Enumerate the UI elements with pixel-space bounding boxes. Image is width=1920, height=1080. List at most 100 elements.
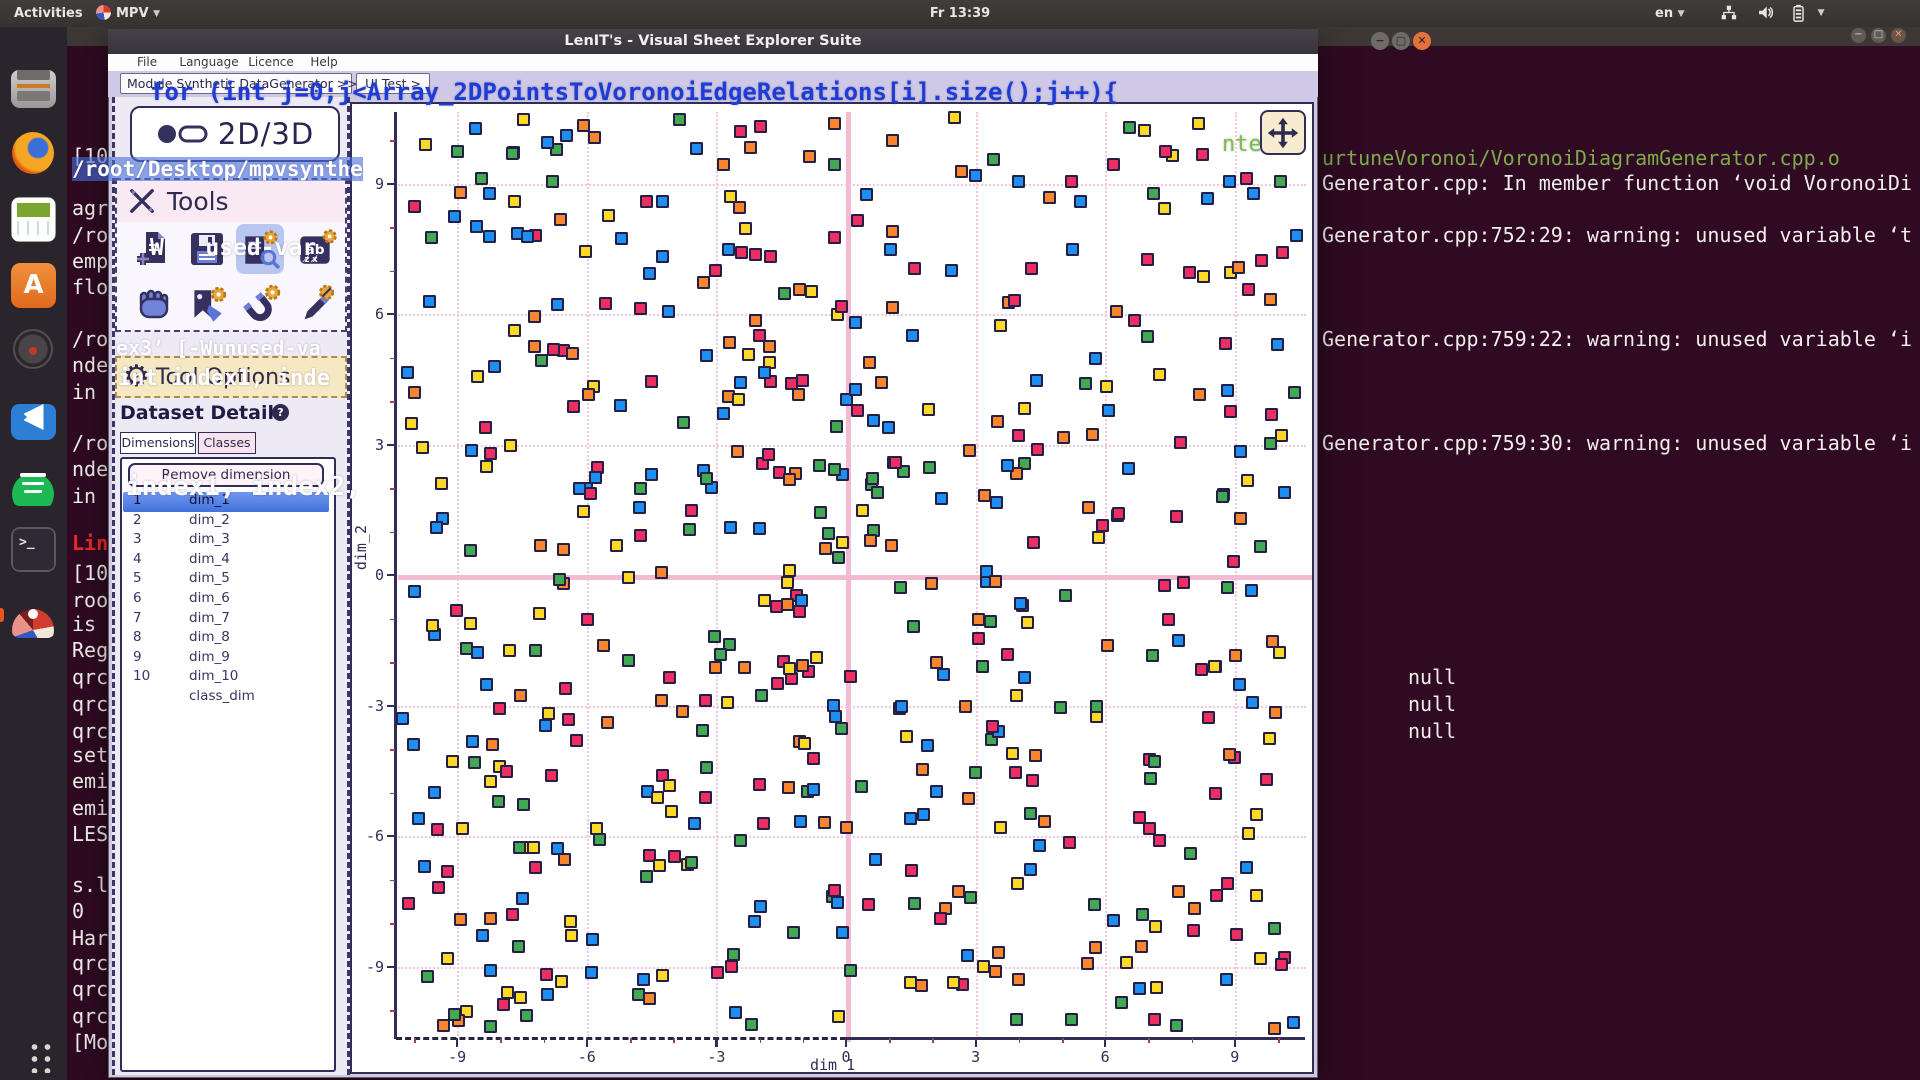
app-titlebar[interactable]: LenIT's - Visual Sheet Explorer Suite: [108, 29, 1318, 54]
tool-draw-pencil[interactable]: [292, 280, 340, 330]
data-point: [758, 594, 771, 607]
dimension-row-dim_3[interactable]: 3dim_3: [123, 531, 329, 551]
x-minor-tick: [760, 1038, 762, 1043]
x-major-tick: [586, 1038, 588, 1047]
data-point: [796, 374, 809, 387]
data-point: [529, 861, 542, 874]
dimension-row-dim_5[interactable]: 5dim_5: [123, 570, 329, 590]
data-point: [1290, 229, 1303, 242]
tool-magnet-snap[interactable]: [236, 280, 284, 330]
tool-bookmark-settings[interactable]: [183, 280, 231, 330]
data-point: [1269, 706, 1282, 719]
data-point: [1027, 536, 1040, 549]
keyboard-indicator[interactable]: en ▼: [1655, 4, 1685, 25]
x-minor-tick: [1148, 1038, 1150, 1043]
menu-item-file[interactable]: File: [137, 55, 157, 70]
dimension-row-dim_10[interactable]: 10dim_10: [123, 668, 329, 688]
data-point: [513, 841, 526, 854]
dimension-name: dim_9: [189, 649, 230, 665]
dock-item-mpv-player[interactable]: [11, 593, 56, 638]
caret-down-icon: ▼: [1678, 5, 1685, 24]
y-minor-tick: [390, 749, 395, 751]
data-point: [738, 661, 751, 674]
data-point: [849, 383, 862, 396]
terminal-minimize-button[interactable]: −: [1851, 28, 1866, 43]
dimension-row-dim_6[interactable]: 6dim_6: [123, 590, 329, 610]
x-minor-tick: [803, 1038, 805, 1043]
data-point: [1242, 827, 1255, 840]
dock-item-media-app[interactable]: [11, 327, 56, 372]
y-tick-label: 6: [352, 305, 384, 323]
dimension-row-dim_9[interactable]: 9dim_9: [123, 649, 329, 669]
data-point: [570, 734, 583, 747]
data-point: [831, 896, 844, 909]
x-major-tick: [1104, 1038, 1106, 1047]
clock[interactable]: Fr 13:39: [0, 4, 1920, 23]
data-point: [517, 798, 530, 811]
app-maximize-button[interactable]: ▢: [1392, 32, 1410, 50]
data-point: [454, 913, 467, 926]
data-point: [1136, 908, 1149, 921]
data-point: [1183, 266, 1196, 279]
app-minimize-button[interactable]: −: [1371, 32, 1389, 50]
focused-app-menu[interactable]: MPV ▼: [96, 4, 160, 25]
data-point: [503, 644, 516, 657]
data-point: [402, 897, 415, 910]
data-point: [637, 973, 650, 986]
dock-item-app-grid[interactable]: [11, 1039, 56, 1080]
data-point: [1110, 305, 1123, 318]
menu-item-licence[interactable]: Licence: [248, 55, 294, 70]
data-point: [1141, 253, 1154, 266]
data-point: [673, 113, 686, 126]
data-point: [685, 504, 698, 517]
data-point: [832, 1010, 845, 1023]
dock-item-libreoffice-calc[interactable]: [11, 197, 56, 242]
activities-button[interactable]: Activities: [14, 4, 83, 23]
x-minor-tick: [414, 1038, 416, 1043]
dock-item-ubuntu-software[interactable]: A: [11, 263, 56, 308]
dataset-details-title: Dataset Details: [120, 402, 285, 424]
data-point: [1008, 294, 1021, 307]
data-point: [601, 716, 614, 729]
dock-item-spotify[interactable]: [11, 461, 56, 506]
dock-item-firefox[interactable]: [11, 131, 56, 176]
terminal-maximize-button[interactable]: □: [1871, 28, 1886, 43]
dimension-row-class_dim[interactable]: class_dim: [123, 688, 329, 708]
tool-pan-hand[interactable]: [130, 280, 178, 330]
dimension-row-dim_8[interactable]: 8dim_8: [123, 629, 329, 649]
data-point: [1250, 808, 1263, 821]
dimension-row-dim_4[interactable]: 4dim_4: [123, 551, 329, 571]
data-point: [757, 817, 770, 830]
data-point: [978, 489, 991, 502]
x-minor-tick: [1062, 1038, 1064, 1043]
data-point: [554, 213, 567, 226]
tab-dimensions[interactable]: Dimensions: [120, 432, 196, 454]
data-point: [827, 699, 840, 712]
help-icon[interactable]: ?: [272, 404, 289, 421]
data-point: [749, 314, 762, 327]
x-axis-line-dashed-segment: [396, 1037, 846, 1040]
data-point: [1250, 889, 1263, 902]
2d-3d-toggle-button[interactable]: 2D/3D: [130, 106, 340, 162]
data-point: [640, 870, 653, 883]
menu-item-language[interactable]: Language: [179, 55, 238, 70]
terminal-close-button[interactable]: ✕: [1891, 28, 1906, 43]
data-point: [836, 926, 849, 939]
menu-item-help[interactable]: Help: [310, 55, 337, 70]
dock-item-vscode[interactable]: [11, 395, 56, 440]
tab-classes[interactable]: Classes: [198, 432, 256, 454]
dock-item-files[interactable]: [11, 63, 56, 108]
data-point: [486, 738, 499, 751]
data-point: [1082, 501, 1095, 514]
dimension-row-dim_7[interactable]: 7dim_7: [123, 610, 329, 630]
pan-move-button[interactable]: [1260, 110, 1306, 155]
dock-item-terminal[interactable]: >_: [11, 527, 56, 572]
dimension-row-dim_2[interactable]: 2dim_2: [123, 512, 329, 532]
app-close-button[interactable]: ✕: [1413, 32, 1431, 50]
data-point: [1177, 576, 1190, 589]
system-indicators[interactable]: ▼: [1706, 3, 1825, 24]
data-point: [610, 539, 623, 552]
data-point: [454, 186, 467, 199]
data-point: [1170, 510, 1183, 523]
data-point: [724, 190, 737, 203]
